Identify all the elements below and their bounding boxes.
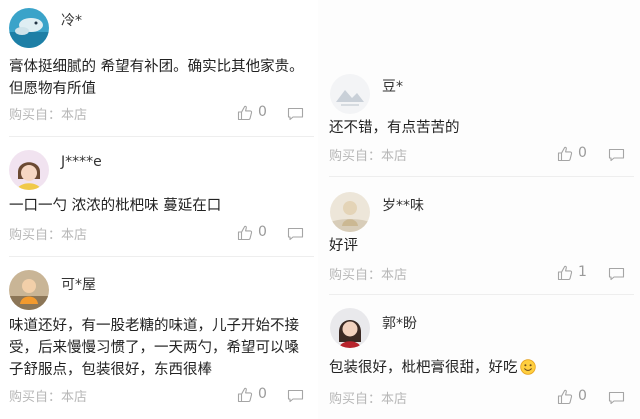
like-count: 1 xyxy=(578,264,587,280)
thumbs-up-icon[interactable] xyxy=(237,387,253,403)
like-count: 0 xyxy=(578,388,587,404)
like-count: 0 xyxy=(258,224,267,240)
username: 豆* xyxy=(382,79,403,95)
purchase-source: 购买自：本店 xyxy=(329,268,408,283)
review-footer: 购买自：本店 0 xyxy=(329,388,629,408)
review-item: 冷* 膏体挺细腻的 希望有补团。确实比其他家贵。但愿物有所值 购买自：本店 0 xyxy=(0,0,318,140)
username: 岁**味 xyxy=(382,198,424,214)
review-footer: 购买自：本店 0 xyxy=(9,104,305,124)
divider xyxy=(9,256,314,257)
review-text: 一口一勺 浓浓的枇杷味 蔓延在口 xyxy=(9,198,222,214)
username: J****e xyxy=(61,154,102,170)
avatar[interactable] xyxy=(330,192,370,232)
reviews-column-right: 豆* 还不错，有点苦苦的 购买自：本店 0 岁**味 好评 购买自：本店 1 郭… xyxy=(318,0,640,419)
purchase-source: 购买自：本店 xyxy=(9,108,88,123)
review-item: 郭*盼 包装很好，枇杷膏很甜，好吃 购买自：本店 0 xyxy=(318,296,640,419)
thumbs-up-icon[interactable] xyxy=(557,146,573,162)
username: 郭*盼 xyxy=(382,316,417,332)
thumbs-up-icon[interactable] xyxy=(557,389,573,405)
review-footer: 购买自：本店 1 xyxy=(329,264,629,284)
comment-icon[interactable] xyxy=(287,227,304,241)
divider xyxy=(329,176,634,177)
review-text: 味道还好，有一股老糖的味道，儿子开始不接受，后来慢慢习惯了，一天两勺，希望可以嗓… xyxy=(9,318,299,378)
review-footer: 购买自：本店 0 xyxy=(9,386,305,406)
review-text: 包装很好，枇杷膏很甜，好吃 xyxy=(329,357,629,379)
review-footer: 购买自：本店 0 xyxy=(9,224,305,244)
avatar[interactable] xyxy=(9,270,49,310)
reviews-screenshot: 冷* 膏体挺细腻的 希望有补团。确实比其他家贵。但愿物有所值 购买自：本店 0 … xyxy=(0,0,640,419)
divider xyxy=(329,294,634,295)
avatar[interactable] xyxy=(9,8,49,48)
reviews-column-left: 冷* 膏体挺细腻的 希望有补团。确实比其他家贵。但愿物有所值 购买自：本店 0 … xyxy=(0,0,318,419)
username: 可*屋 xyxy=(61,277,96,293)
like-count: 0 xyxy=(578,145,587,161)
comment-icon[interactable] xyxy=(608,148,625,162)
avatar[interactable] xyxy=(9,150,49,190)
review-footer: 购买自：本店 0 xyxy=(329,145,629,165)
avatar[interactable] xyxy=(330,74,370,114)
thumbs-up-icon[interactable] xyxy=(237,105,253,121)
review-item: 岁**味 好评 购买自：本店 1 xyxy=(318,178,640,296)
purchase-source: 购买自：本店 xyxy=(329,149,408,164)
review-text-value: 包装很好，枇杷膏很甜，好吃 xyxy=(329,360,518,376)
review-text: 膏体挺细腻的 希望有补团。确实比其他家贵。但愿物有所值 xyxy=(9,59,304,97)
purchase-source: 购买自：本店 xyxy=(9,228,88,243)
review-text: 好评 xyxy=(329,238,358,254)
purchase-source: 购买自：本店 xyxy=(9,390,88,405)
divider xyxy=(9,136,314,137)
comment-icon[interactable] xyxy=(287,389,304,403)
comment-icon[interactable] xyxy=(608,391,625,405)
thumbs-up-icon[interactable] xyxy=(557,265,573,281)
avatar[interactable] xyxy=(330,308,370,348)
smiley-emoji-icon xyxy=(519,359,536,375)
comment-icon[interactable] xyxy=(608,267,625,281)
review-item: 可*屋 味道还好，有一股老糖的味道，儿子开始不接受，后来慢慢习惯了，一天两勺，希… xyxy=(0,260,318,419)
purchase-source: 购买自：本店 xyxy=(329,392,408,407)
review-item: 豆* 还不错，有点苦苦的 购买自：本店 0 xyxy=(318,0,640,178)
username: 冷* xyxy=(61,13,82,29)
like-count: 0 xyxy=(258,386,267,402)
review-text: 还不错，有点苦苦的 xyxy=(329,120,460,136)
review-item: J****e 一口一勺 浓浓的枇杷味 蔓延在口 购买自：本店 0 xyxy=(0,140,318,260)
comment-icon[interactable] xyxy=(287,107,304,121)
like-count: 0 xyxy=(258,104,267,120)
thumbs-up-icon[interactable] xyxy=(237,225,253,241)
